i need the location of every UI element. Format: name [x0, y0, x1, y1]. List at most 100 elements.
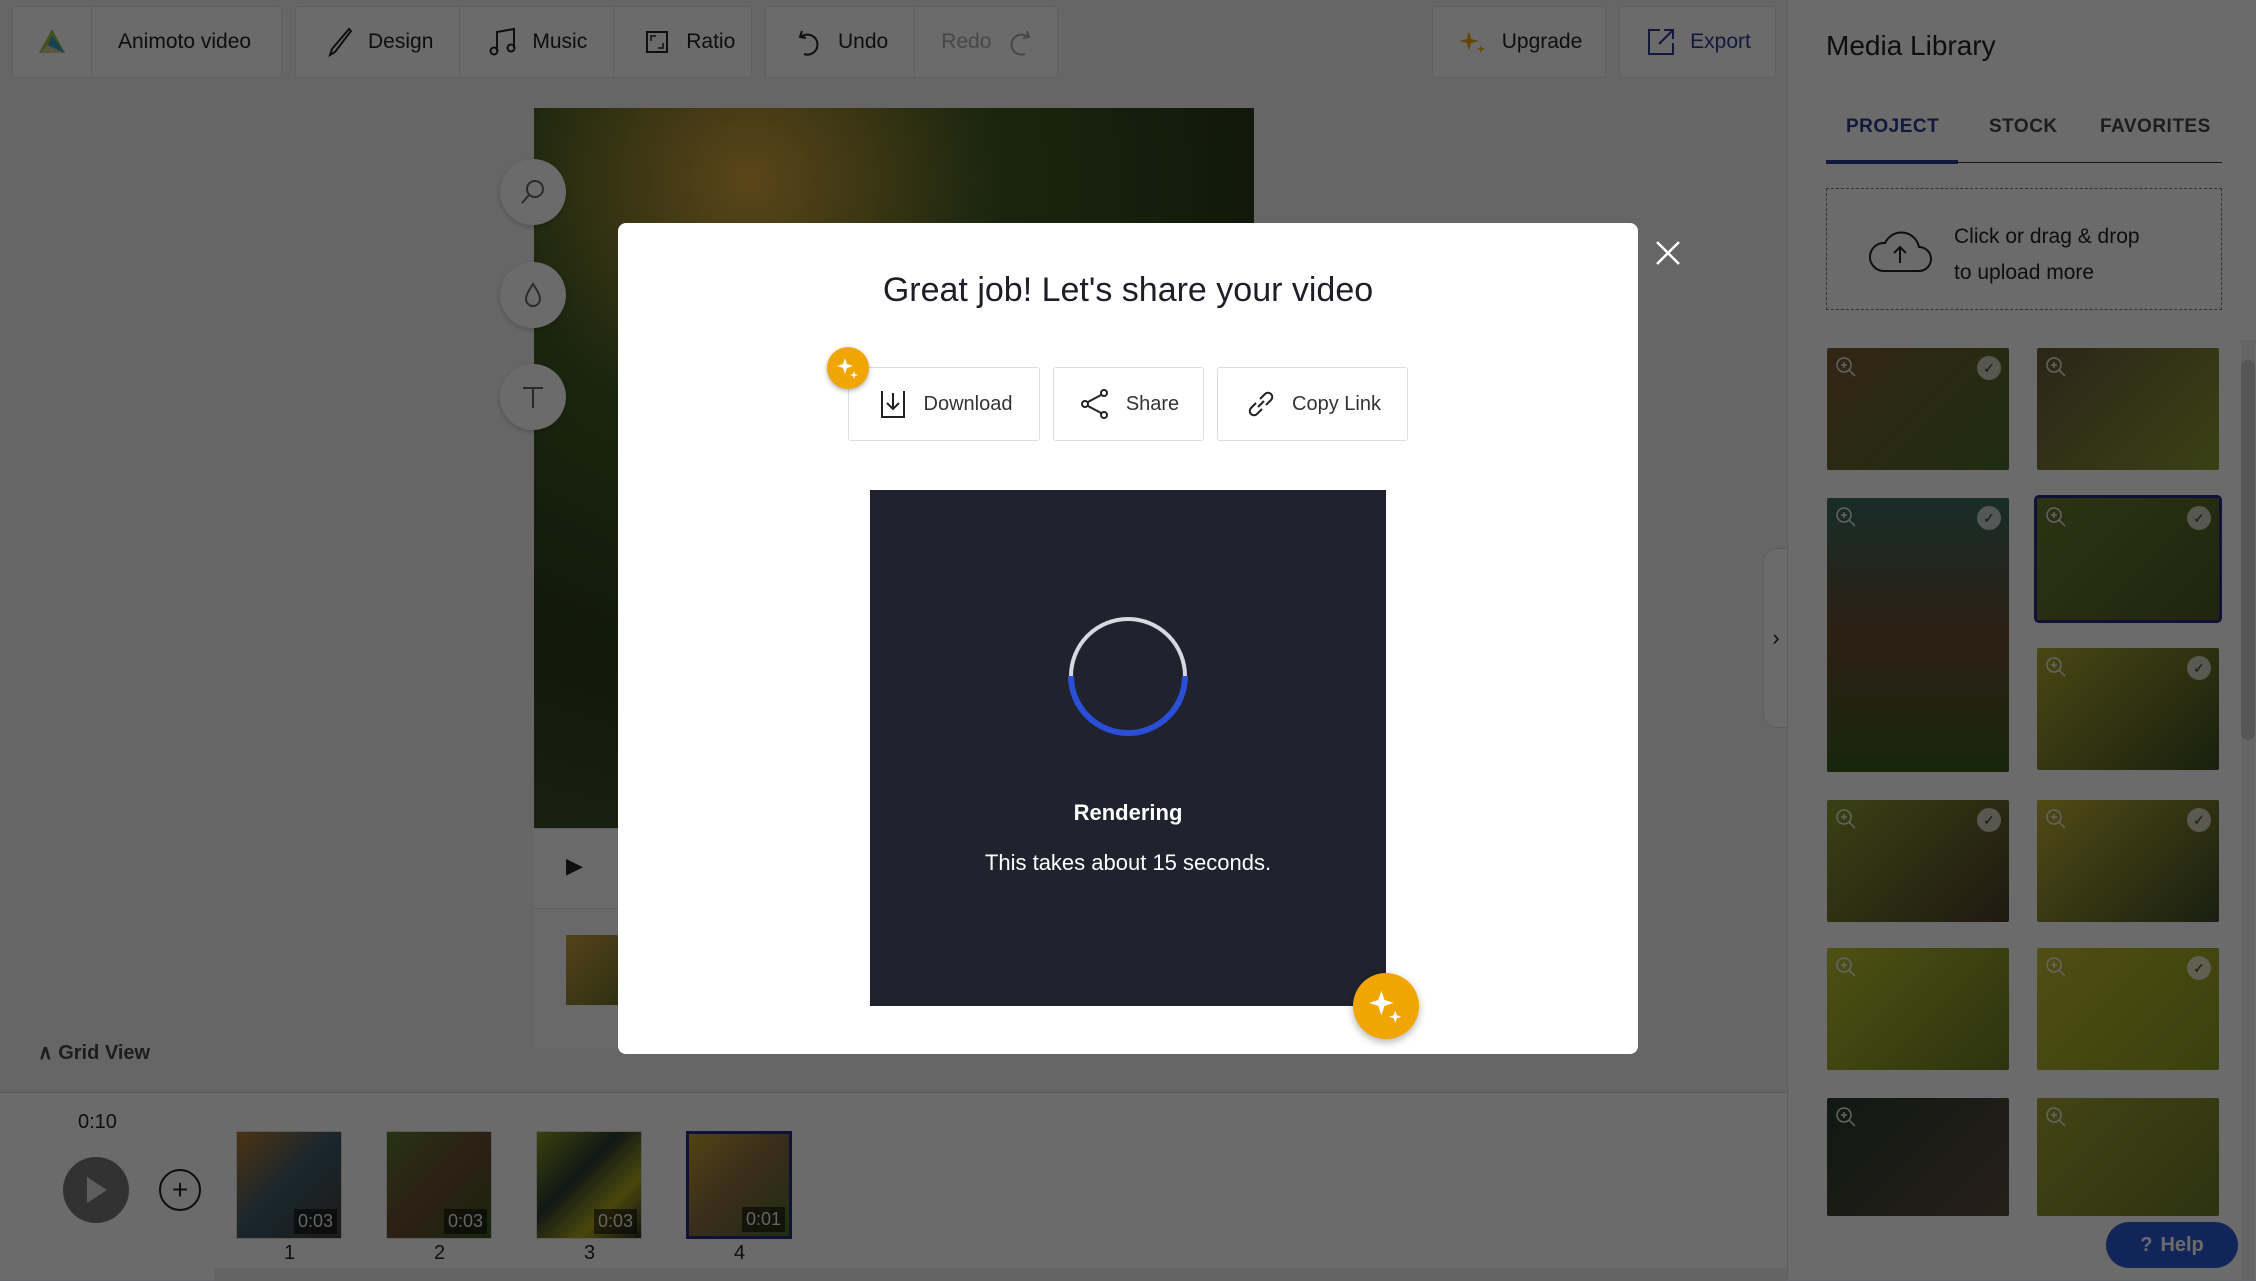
block-number: 1 [284, 1242, 296, 1264]
timeline-block-2[interactable]: 0:03 [386, 1131, 492, 1239]
export-icon [1648, 29, 1675, 55]
timeline-block-4[interactable]: 0:01 [686, 1131, 792, 1239]
play-icon [87, 1177, 107, 1203]
check-icon[interactable]: ✓ [2187, 506, 2211, 530]
zoom-in-icon[interactable] [2045, 808, 2067, 830]
animoto-logo[interactable] [13, 7, 92, 77]
add-block-button[interactable]: + [159, 1169, 201, 1211]
grid-view-label: Grid View [58, 1042, 151, 1064]
download-icon [880, 391, 905, 418]
undo-label: Undo [838, 30, 889, 53]
collapse-panel-button[interactable]: › [1763, 548, 1789, 728]
check-icon[interactable]: ✓ [1977, 356, 2001, 380]
play-button[interactable] [63, 1157, 129, 1223]
zoom-in-icon[interactable] [2045, 356, 2067, 378]
close-icon[interactable] [1654, 239, 1682, 267]
redo-label: Redo [941, 30, 992, 53]
cloud-upload-icon [1868, 231, 1932, 272]
preview-play-icon[interactable]: ▶ [566, 853, 583, 879]
check-icon[interactable]: ✓ [2187, 808, 2211, 832]
upload-text-line1: Click or drag & drop [1954, 225, 2140, 248]
history-group: Undo Redo [765, 6, 1058, 78]
timeline-block-3[interactable]: 0:03 [536, 1131, 642, 1239]
link-icon [1248, 391, 1274, 417]
media-item[interactable]: ✓ [1827, 498, 2009, 772]
block-number: 2 [434, 1242, 446, 1264]
block-number: 3 [584, 1242, 596, 1264]
ratio-icon [646, 31, 669, 53]
check-icon[interactable]: ✓ [2187, 656, 2211, 680]
loading-spinner-icon [1068, 617, 1188, 736]
zoom-in-icon[interactable] [2045, 1106, 2067, 1128]
music-button[interactable]: Music [460, 7, 615, 77]
zoom-in-icon[interactable] [2045, 656, 2067, 678]
sparkle-icon [837, 358, 858, 379]
media-item[interactable]: ✓ [2037, 800, 2219, 922]
project-name[interactable]: Animoto video [92, 7, 277, 77]
redo-button[interactable]: Redo [915, 7, 1063, 77]
design-button[interactable]: Design [296, 7, 461, 77]
block-number: 4 [734, 1242, 746, 1264]
tab-stock[interactable]: STOCK [1989, 116, 2058, 138]
total-duration: 0:10 [78, 1111, 117, 1133]
zoom-in-icon[interactable] [1835, 808, 1857, 830]
timeline: 0:10 + 0:03 0:03 0:03 0:01 1 2 3 4 [0, 1092, 1787, 1281]
render-status: Rendering [1073, 800, 1183, 825]
media-scrollbar[interactable] [2241, 340, 2255, 1280]
media-item[interactable] [2037, 1098, 2219, 1216]
upgrade-button[interactable]: Upgrade [1432, 6, 1606, 78]
zoom-in-icon[interactable] [1835, 356, 1857, 378]
share-icon [1080, 389, 1108, 419]
block-duration: 0:03 [293, 1209, 337, 1234]
media-item[interactable] [2037, 348, 2219, 470]
undo-button[interactable]: Undo [766, 7, 916, 77]
media-item[interactable]: ✓ [2034, 495, 2222, 623]
copy-link-button[interactable]: Copy Link [1217, 367, 1408, 441]
check-icon[interactable]: ✓ [1977, 506, 2001, 530]
question-icon: ? [2140, 1233, 2153, 1256]
media-item[interactable]: ✓ [2037, 948, 2219, 1070]
help-button[interactable]: ? Help [2106, 1222, 2238, 1268]
modal-title: Great job! Let's share your video [882, 271, 1374, 309]
check-icon[interactable]: ✓ [2187, 956, 2211, 980]
share-label: Share [1125, 392, 1180, 415]
plus-icon: + [171, 1174, 189, 1205]
ratio-button[interactable]: Ratio [614, 7, 761, 77]
redo-icon [1010, 30, 1031, 56]
media-item[interactable] [1827, 1098, 2009, 1216]
check-icon[interactable]: ✓ [1977, 808, 2001, 832]
tab-favorites[interactable]: FAVORITES [2100, 116, 2211, 138]
timeline-scrollbar[interactable] [214, 1268, 1787, 1281]
text-tool-button[interactable] [500, 364, 566, 430]
zoom-in-icon[interactable] [1835, 1106, 1857, 1128]
zoom-in-icon[interactable] [1835, 956, 1857, 978]
chevron-right-icon: › [1772, 625, 1780, 650]
grid-view-toggle[interactable]: ∧ Grid View [38, 1040, 150, 1065]
zoom-in-icon[interactable] [1835, 506, 1857, 528]
sparkle-icon [1369, 990, 1402, 1023]
zoom-in-icon[interactable] [2045, 956, 2067, 978]
media-item[interactable]: ✓ [1827, 348, 2009, 470]
download-button[interactable]: Download [848, 367, 1040, 441]
render-status-detail: This takes about 15 seconds. [984, 850, 1272, 875]
zoom-tool-button[interactable] [500, 159, 566, 225]
upload-dropzone[interactable]: Click or drag & drop to upload more [1826, 188, 2222, 310]
focus-icon [521, 180, 544, 204]
media-item[interactable]: ✓ [2037, 648, 2219, 770]
upgrade-label: Upgrade [1501, 30, 1583, 53]
edit-group: Design Music Ratio [295, 6, 752, 78]
export-button[interactable]: Export [1619, 6, 1776, 78]
timeline-block-1[interactable]: 0:03 [236, 1131, 342, 1239]
brush-icon [328, 27, 353, 58]
sparkle-button[interactable] [1353, 973, 1419, 1039]
share-button[interactable]: Share [1053, 367, 1204, 441]
media-item[interactable] [1827, 948, 2009, 1070]
music-note-icon [489, 27, 516, 56]
color-tool-button[interactable] [500, 262, 566, 328]
media-library-panel: Media Library PROJECT STOCK FAVORITES Cl… [1787, 0, 2256, 1280]
zoom-in-icon[interactable] [2045, 506, 2067, 528]
logo-icon [39, 29, 65, 53]
text-icon [523, 387, 543, 408]
media-item[interactable]: ✓ [1827, 800, 2009, 922]
tab-project[interactable]: PROJECT [1846, 116, 1939, 138]
